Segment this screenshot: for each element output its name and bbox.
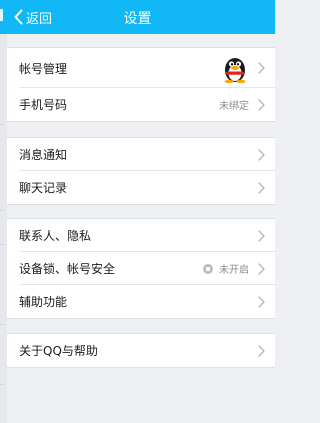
- chevron-right-icon: [258, 98, 265, 111]
- chevron-right-icon: [258, 148, 265, 161]
- device-lock-status: 未开启: [203, 261, 249, 276]
- row-label: 帐号管理: [19, 61, 68, 76]
- row-accessibility[interactable]: 辅助功能: [7, 285, 275, 318]
- settings-group-about: 关于QQ与帮助: [7, 333, 275, 368]
- row-label: 关于QQ与帮助: [19, 344, 98, 358]
- settings-group-messages: 消息通知 聊天记录: [7, 137, 275, 205]
- top-navigation-bar: 返回 设置: [0, 0, 275, 34]
- row-phone-number[interactable]: 手机号码 未绑定: [7, 88, 275, 121]
- phone-status-value: 未绑定: [219, 101, 249, 112]
- row-label: 手机号码: [19, 98, 68, 112]
- row-about-help[interactable]: 关于QQ与帮助: [7, 334, 275, 367]
- row-label: 联系人、隐私: [19, 229, 92, 243]
- chevron-right-icon: [258, 62, 265, 74]
- settings-group-privacy-security: 联系人、隐私 设备锁、帐号安全 未开启 辅助功能: [7, 218, 275, 319]
- row-device-lock-security[interactable]: 设备锁、帐号安全 未开启: [7, 252, 275, 285]
- chevron-right-icon: [258, 295, 265, 308]
- row-account-management[interactable]: 帐号管理: [7, 48, 275, 88]
- row-label: 辅助功能: [19, 295, 68, 309]
- row-label: 消息通知: [19, 148, 68, 162]
- chevron-right-icon: [258, 344, 265, 357]
- row-contacts-privacy[interactable]: 联系人、隐私: [7, 219, 275, 252]
- settings-group-account: 帐号管理 手机号码 未绑定: [7, 47, 275, 122]
- lock-icon: [203, 263, 213, 274]
- underlying-screen-edge: [0, 34, 7, 423]
- row-message-notifications[interactable]: 消息通知: [7, 138, 275, 171]
- row-label: 设备锁、帐号安全: [19, 262, 116, 276]
- qq-penguin-avatar: [224, 58, 246, 83]
- chevron-right-icon: [258, 229, 265, 242]
- page-title: 设置: [123, 11, 152, 27]
- device-lock-status-text: 未开启: [219, 265, 249, 276]
- chevron-right-icon: [258, 181, 265, 194]
- chevron-right-icon: [258, 262, 265, 275]
- row-label: 聊天记录: [19, 181, 68, 195]
- row-chat-history[interactable]: 聊天记录: [7, 171, 275, 204]
